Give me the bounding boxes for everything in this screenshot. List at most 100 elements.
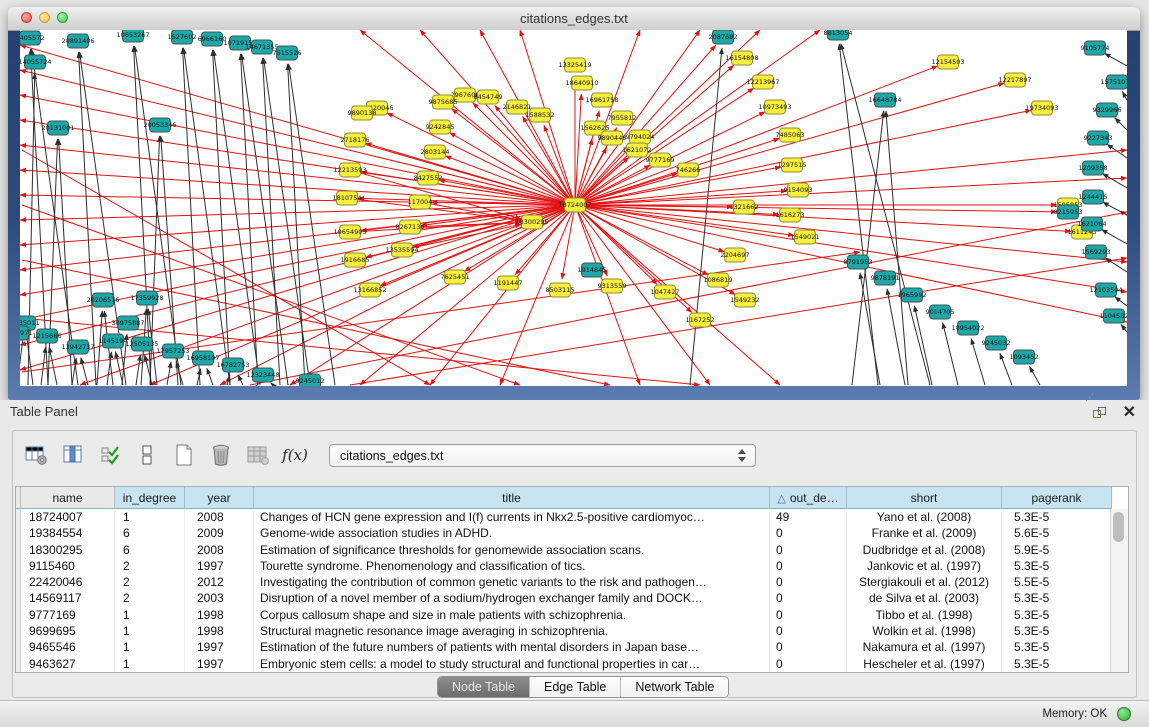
table-cell: 0	[770, 607, 847, 623]
table-cell: 0	[770, 656, 847, 672]
citation-edge-red	[575, 178, 1127, 205]
table-row[interactable]: 977716911998Corpus callosum shape and si…	[16, 607, 1128, 623]
citation-edge-black	[852, 111, 884, 385]
tab-network-table[interactable]: Network Table	[621, 677, 728, 697]
graph-node-label: 3915971	[20, 329, 32, 337]
citation-edge-black	[1029, 367, 1040, 385]
column-header-name[interactable]: name	[21, 487, 115, 509]
graph-node-label: 1810754	[333, 194, 362, 202]
graph-node-label: 1321662	[730, 203, 759, 211]
citation-edge-black	[1105, 53, 1127, 66]
network-window: citations_edges.txt 24055722089140610653…	[8, 7, 1140, 400]
graph-node-label: 12213967	[746, 78, 779, 86]
window-titlebar[interactable]: citations_edges.txt	[8, 7, 1140, 31]
table-row[interactable]: 2242004622012Investigating the contribut…	[16, 574, 1128, 590]
table-cell: Estimation of significance thresholds fo…	[254, 542, 770, 558]
table-row[interactable]: 969969511998Structural magnetic resonanc…	[16, 623, 1128, 639]
table-row[interactable]: 946362711997Embryonic stem cells: a mode…	[16, 656, 1128, 672]
vertical-scrollbar[interactable]	[1110, 509, 1128, 672]
graph-node-label: 2146821	[503, 103, 532, 111]
table-cell: Jankovic et al. (1997)	[847, 558, 1002, 574]
citation-edge-red	[575, 205, 710, 385]
graph-node-label: 1297515	[778, 161, 807, 169]
graph-node-label: 18300295	[515, 218, 548, 226]
graph-node-label: 1167252	[686, 316, 715, 324]
column-header-label: pagerank	[1031, 491, 1081, 505]
table-row[interactable]: 911546021997Tourette syndrome. Phenomeno…	[16, 558, 1128, 574]
graph-node-label: 9777169	[646, 156, 675, 164]
citation-edge-black	[1102, 174, 1127, 188]
tab-node-table[interactable]: Node Table	[438, 677, 530, 697]
graph-node-label: 12213593	[333, 166, 366, 174]
graph-node-label: 7955812	[608, 114, 637, 122]
float-panel-icon[interactable]	[1092, 405, 1107, 420]
graph-node-label: 1621072	[623, 146, 652, 154]
combo-value: citations_edges.txt	[340, 445, 444, 467]
column-header-out_de[interactable]: △out_de…	[770, 487, 847, 509]
table-cell: de Silva et al. (2003)	[847, 590, 1002, 606]
table-row[interactable]: 1938455462009Genome-wide association stu…	[16, 525, 1128, 541]
citation-edge-black	[887, 289, 905, 385]
graph-node-label: 7625451	[441, 273, 470, 281]
scrollbar-thumb[interactable]	[1113, 512, 1124, 542]
table-cell: 1998	[185, 623, 254, 639]
import-table-icon[interactable]	[245, 442, 271, 468]
table-cell: 9465546	[21, 639, 115, 655]
table-tabs: Node TableEdge TableNetwork Table	[437, 676, 729, 698]
application-root: citations_edges.txt 24055722089140610653…	[0, 0, 1149, 727]
table-cell: 1	[115, 623, 185, 639]
graph-node-label: 17957253	[156, 347, 189, 355]
graph-node-label: 1104532	[1100, 312, 1127, 320]
citation-edge-black	[20, 334, 24, 385]
table-settings-icon[interactable]	[23, 442, 49, 468]
column-header-short[interactable]: short	[847, 487, 1002, 509]
row-checks-icon[interactable]	[97, 442, 123, 468]
close-traffic-light[interactable]	[21, 12, 32, 23]
citation-edge-black	[136, 355, 140, 385]
network-canvas[interactable]: 2405572208914061065326715276026966160107…	[20, 30, 1127, 386]
graph-node-label: 8267130	[396, 223, 425, 231]
table-toolbar: f(x) citations_edges.txt	[23, 438, 756, 472]
graph-node-label: 9245012	[296, 377, 325, 385]
close-panel-icon[interactable]: ✕	[1123, 402, 1136, 422]
table-cell: 0	[770, 623, 847, 639]
citation-edge-black	[1122, 92, 1127, 100]
table-row[interactable]: 1872400712008Changes of HCN gene express…	[16, 509, 1128, 525]
function-icon[interactable]: f(x)	[282, 442, 308, 468]
graph-node-label: 1549232	[731, 296, 760, 304]
graph-node-label: 19734093	[1025, 104, 1058, 112]
graph-node-label: 8215953	[1054, 208, 1083, 216]
table-column-icon[interactable]	[60, 442, 86, 468]
column-header-in_degree[interactable]: in_degree	[115, 487, 185, 509]
table-selector-combo[interactable]: citations_edges.txt	[329, 444, 756, 467]
column-header-label: name	[52, 491, 82, 505]
zoom-traffic-light[interactable]	[57, 12, 68, 23]
graph-node-label: 2405572	[20, 34, 44, 42]
rows-icon[interactable]	[134, 442, 160, 468]
memory-status-indicator[interactable]	[1117, 707, 1131, 721]
new-document-icon[interactable]	[171, 442, 197, 468]
table-row[interactable]: 946554611997Estimation of the future num…	[16, 639, 1128, 655]
graph-node-label: 13325419	[558, 61, 591, 69]
minimize-traffic-light[interactable]	[39, 12, 50, 23]
column-header-title[interactable]: title	[254, 487, 770, 509]
column-header-pagerank[interactable]: pagerank	[1002, 487, 1112, 509]
graph-node-label: 1093452	[1010, 353, 1039, 361]
citation-edge-red	[450, 133, 575, 205]
column-header-year[interactable]: year	[185, 487, 254, 509]
table-cell: 2003	[185, 590, 254, 606]
table-row[interactable]: 1830029562008Estimation of significance …	[16, 542, 1128, 558]
tab-edge-table[interactable]: Edge Table	[530, 677, 621, 697]
graph-node-label: 16154808	[725, 54, 758, 62]
table-cell: 5.9E-5	[1002, 542, 1112, 558]
citation-edge-black	[81, 358, 88, 385]
citation-edge-black	[1103, 202, 1127, 215]
delete-icon[interactable]	[208, 442, 234, 468]
column-header-label: in_degree	[123, 491, 176, 505]
table-row[interactable]: 1456911722003Disruption of a novel membe…	[16, 590, 1128, 606]
graph-node-label: 1621064	[1078, 220, 1107, 228]
splitter-grip-icon[interactable]: ⋰	[1085, 392, 1094, 403]
table-cell: 0	[770, 558, 847, 574]
table-cell: 1997	[185, 639, 254, 655]
graph-node-label: 1215686	[33, 332, 62, 340]
